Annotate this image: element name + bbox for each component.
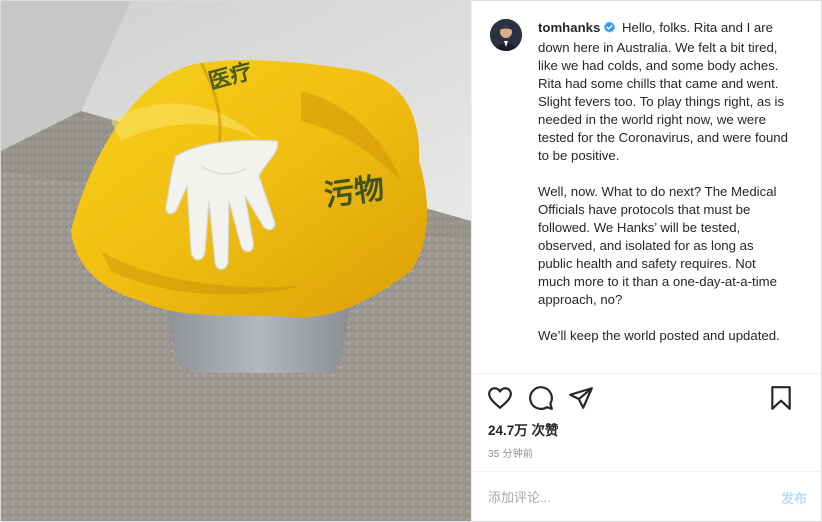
caption-paragraph: We’ll keep the world posted and updated.: [538, 328, 780, 343]
caption-paragraph: Hello, folks. Rita and I are down here i…: [538, 20, 788, 163]
avatar[interactable]: [490, 19, 522, 51]
post-timestamp[interactable]: 35 分钟前: [488, 445, 533, 460]
post-caption: tomhanks Hello, folks. Rita and I are do…: [538, 19, 788, 363]
post-side-panel: tomhanks Hello, folks. Rita and I are do…: [471, 1, 821, 521]
comment-icon[interactable]: [528, 385, 554, 411]
post-comment-button[interactable]: 发布: [781, 488, 807, 507]
comment-input[interactable]: [488, 486, 738, 508]
bookmark-icon[interactable]: [768, 385, 794, 411]
comment-bar: 发布: [472, 471, 821, 521]
avatar-image: [490, 19, 522, 51]
verified-badge-icon: [603, 21, 616, 39]
post-actions: [472, 373, 821, 421]
post-photo[interactable]: 污物 医疗: [1, 1, 471, 521]
photo-trash-bin-with-glove: 污物 医疗: [1, 1, 471, 521]
username-link[interactable]: tomhanks: [538, 20, 600, 35]
caption-paragraph: Well, now. What to do next? The Medical …: [538, 184, 777, 307]
heart-icon[interactable]: [487, 385, 513, 411]
likes-count[interactable]: 24.7万 次赞: [488, 419, 559, 439]
caption-scroll-area[interactable]: tomhanks Hello, folks. Rita and I are do…: [472, 1, 821, 374]
share-icon[interactable]: [568, 385, 594, 411]
instagram-post: 污物 医疗 tomhanks Hello, folks. Rita and I …: [0, 0, 822, 522]
